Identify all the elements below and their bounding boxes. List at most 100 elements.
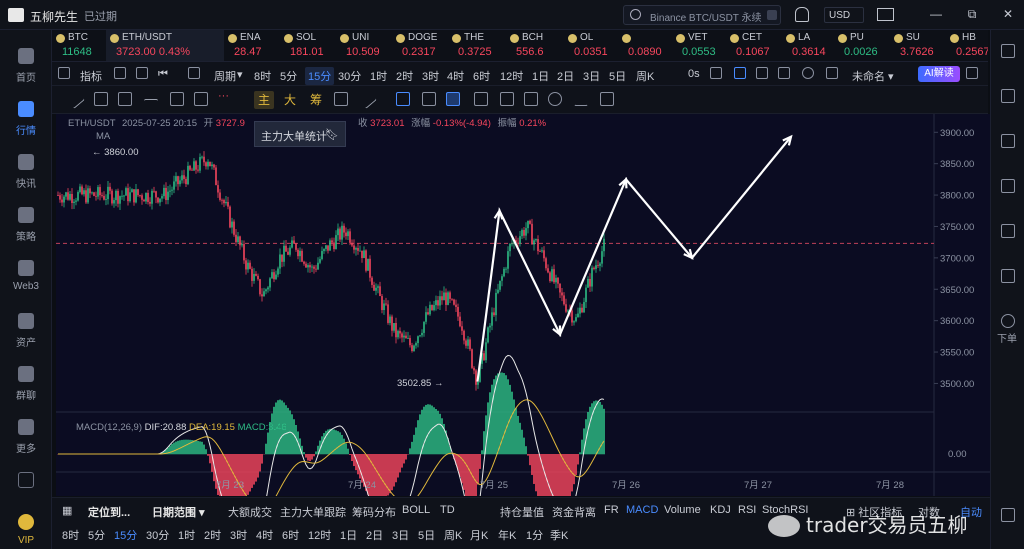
price-chart[interactable]: 3900.00 3850.00 3800.00 3750.00 3700.00 3650.… <box>56 114 990 496</box>
nav-vip[interactable]: VIP <box>0 508 52 549</box>
refresh-icon[interactable] <box>334 92 348 106</box>
indicator-tab[interactable]: 主力大单跟踪 <box>280 504 346 520</box>
filter-icon[interactable] <box>574 92 588 106</box>
bottom-interval-tab[interactable]: 周K <box>444 527 462 543</box>
nav-home[interactable]: 首页 <box>0 42 52 88</box>
list-icon[interactable] <box>1001 224 1015 238</box>
camera-icon[interactable] <box>710 67 722 79</box>
nav-more[interactable]: 更多 <box>0 413 52 459</box>
share-icon[interactable] <box>966 67 978 79</box>
fib-icon[interactable] <box>118 92 132 106</box>
main-force-button[interactable]: 主 <box>254 91 274 109</box>
ticker-item[interactable]: LA 0.3614 <box>782 30 834 61</box>
maximize-button[interactable]: ⧉ <box>966 8 978 20</box>
indicator-tab[interactable]: 筹码分布 <box>352 504 396 520</box>
interval-tab[interactable]: 15分 <box>305 67 335 85</box>
trash-icon[interactable] <box>600 92 614 106</box>
interval-tab[interactable]: 3时 <box>422 68 439 84</box>
document-icon[interactable] <box>1001 89 1015 103</box>
ruler-icon[interactable] <box>194 92 208 106</box>
draw-path-icon[interactable] <box>446 92 460 106</box>
bottom-interval-tab[interactable]: 4时 <box>256 527 273 543</box>
indicator-tab[interactable]: 资金背离 <box>552 504 596 520</box>
interval-tab[interactable]: 5分 <box>280 68 297 84</box>
interval-tab[interactable]: 1日 <box>532 68 549 84</box>
slash-icon[interactable] <box>357 89 377 109</box>
bottom-interval-tab[interactable]: 6时 <box>282 527 299 543</box>
trend-chart-icon[interactable] <box>1001 179 1015 193</box>
nav-chat[interactable]: 群聊 <box>0 360 52 406</box>
pattern-icon[interactable] <box>474 92 488 106</box>
magnifier-icon[interactable] <box>548 92 562 106</box>
ticker-item[interactable]: 0.0890 <box>618 30 672 61</box>
date-range-button[interactable]: 日期范围 ▾ <box>152 504 205 520</box>
bottom-interval-tab[interactable]: 30分 <box>146 527 169 543</box>
indicator-tab[interactable]: TD <box>440 504 455 516</box>
indicator-tab[interactable]: KDJ <box>710 504 731 516</box>
eye-icon[interactable] <box>524 92 538 106</box>
more-tools-icon[interactable]: ··· <box>218 90 229 102</box>
indicator-tab[interactable]: RSI <box>738 504 756 516</box>
interval-tab[interactable]: 周K <box>636 68 654 84</box>
place-order-label[interactable]: 下单 <box>997 330 1017 345</box>
ticker-item[interactable]: BTC 11648 <box>52 30 106 61</box>
save-icon[interactable] <box>826 67 838 79</box>
indicator-tab[interactable]: 持仓量值 <box>500 504 544 520</box>
interval-tab[interactable]: 12时 <box>500 68 523 84</box>
ticker-item[interactable]: CET 0.1067 <box>726 30 782 61</box>
ticker-item[interactable]: UNI 10.509 <box>336 30 392 61</box>
parallel-lines-icon[interactable] <box>94 92 108 106</box>
bottom-interval-tab[interactable]: 3时 <box>230 527 247 543</box>
ticker-item[interactable]: OL 0.0351 <box>564 30 618 61</box>
indicator-tab[interactable]: FR <box>604 504 619 516</box>
rewind-icon[interactable]: ⏮ <box>158 68 168 81</box>
layout-name[interactable]: 未命名 ▾ <box>852 68 894 84</box>
chart-type-icon[interactable] <box>756 67 768 79</box>
nav-strategy[interactable]: 策略 <box>0 201 52 247</box>
ticker-item[interactable]: HB 0.2567 <box>946 30 988 61</box>
account-status-badge[interactable]: 已过期 <box>84 8 117 24</box>
bottom-interval-tab[interactable]: 月K <box>470 527 488 543</box>
ticker-item[interactable]: VET 0.0553 <box>672 30 726 61</box>
nav-assets[interactable]: 资产 <box>0 307 52 353</box>
ticker-item[interactable]: SOL 181.01 <box>280 30 336 61</box>
bottom-interval-tab[interactable]: 8时 <box>62 527 79 543</box>
minimize-button[interactable]: — <box>930 8 942 20</box>
interval-tab[interactable]: 2日 <box>557 68 574 84</box>
mail-icon[interactable] <box>877 8 894 21</box>
currency-select[interactable]: USD <box>824 7 864 23</box>
search-input[interactable]: Binance BTC/USDT 永续 <box>623 5 781 25</box>
nav-news[interactable]: 快讯 <box>0 148 52 194</box>
indicator-tab[interactable]: 大额成交 <box>228 504 272 520</box>
bottom-interval-tab[interactable]: 2时 <box>204 527 221 543</box>
ticker-item[interactable]: ETH/USDT 3723.00 0.43% <box>106 30 224 61</box>
order-icon[interactable] <box>1001 314 1015 328</box>
period-button[interactable]: 周期 <box>214 68 236 84</box>
search-shortcut-icon[interactable] <box>767 10 777 20</box>
bottom-interval-tab[interactable]: 3日 <box>392 527 409 543</box>
bottom-interval-tab[interactable]: 12时 <box>308 527 331 543</box>
period-dropdown-icon[interactable]: ▾ <box>237 68 243 81</box>
interval-tab[interactable]: 1时 <box>370 68 387 84</box>
close-button[interactable]: ✕ <box>1002 8 1014 20</box>
ticker-item[interactable]: PU 0.0026 <box>834 30 890 61</box>
bottom-interval-tab[interactable]: 1日 <box>340 527 357 543</box>
eraser-icon[interactable] <box>422 92 436 106</box>
nav-web3[interactable]: Web3 <box>0 254 52 300</box>
settings-icon[interactable] <box>802 67 814 79</box>
ai-interpret-button[interactable]: AI解读 <box>918 66 960 82</box>
nav-market[interactable]: 行情 <box>0 95 52 141</box>
layout-icon[interactable] <box>188 67 200 79</box>
bell-icon[interactable] <box>795 7 809 22</box>
interval-tab[interactable]: 2时 <box>396 68 413 84</box>
ticker-item[interactable]: BCH 556.6 <box>506 30 564 61</box>
interval-tab[interactable]: 30分 <box>338 68 361 84</box>
indicator-tab[interactable]: MACD <box>626 504 658 516</box>
indicator-button[interactable]: 指标 <box>80 68 102 84</box>
interval-tab[interactable]: 8时 <box>254 68 271 84</box>
bottom-interval-tab[interactable]: 5日 <box>418 527 435 543</box>
calendar-icon[interactable] <box>114 67 126 79</box>
magnet-icon[interactable] <box>396 92 410 106</box>
bottom-interval-tab[interactable]: 年K <box>498 527 516 543</box>
alarm-icon[interactable] <box>1001 269 1015 283</box>
